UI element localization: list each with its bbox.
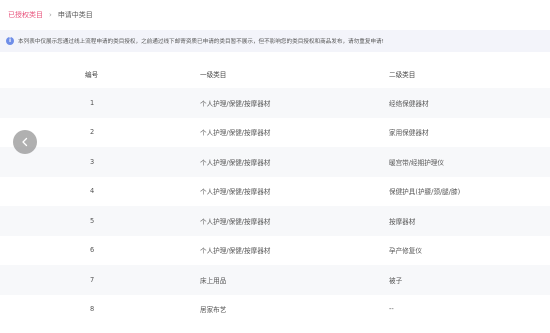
cell-number: 6: [0, 235, 190, 265]
table-header-row: 编号 一级类目 二级类目: [0, 60, 550, 88]
breadcrumb: 已授权类目 › 申请中类目: [8, 10, 93, 20]
cell-level1: 居家布艺: [190, 294, 378, 324]
table-row: 4 个人护理/保健/按摩器材 保健护具(护腰/颈/腿/膝): [0, 176, 550, 206]
category-table: 编号 一级类目 二级类目 1 个人护理/保健/按摩器材 经络保健器材 2 个人护…: [0, 60, 550, 324]
cell-number: 4: [0, 176, 190, 206]
info-icon: i: [6, 37, 14, 45]
cell-number: 7: [0, 265, 190, 295]
notice-text: 本列表中仅展示您通过线上流程申请的类目授权，之前通过线下邮寄资质已申请的类目暂不…: [18, 39, 384, 45]
cell-number: 5: [0, 206, 190, 236]
table-row: 8 居家布艺 --: [0, 294, 550, 324]
cell-level2: 孕产修复仪: [378, 235, 550, 265]
cell-level1: 个人护理/保健/按摩器材: [190, 206, 378, 236]
header-level1-category: 一级类目: [190, 60, 378, 88]
cell-number: 8: [0, 294, 190, 324]
table-row: 7 床上用品 被子: [0, 265, 550, 295]
table-row: 3 个人护理/保健/按摩器材 暖宫带/经期护理仪: [0, 147, 550, 177]
header-number: 编号: [0, 60, 190, 88]
cell-level1: 床上用品: [190, 265, 378, 295]
cell-level1: 个人护理/保健/按摩器材: [190, 176, 378, 206]
breadcrumb-pending-categories: 申请中类目: [57, 11, 93, 19]
cell-level2: 经络保健器材: [378, 88, 550, 118]
cell-level1: 个人护理/保健/按摩器材: [190, 117, 378, 147]
cell-level2: --: [378, 294, 550, 324]
table-row: 2 个人护理/保健/按摩器材 家用保健器材: [0, 117, 550, 147]
cell-level1: 个人护理/保健/按摩器材: [190, 235, 378, 265]
cell-level2: 按摩器材: [378, 206, 550, 236]
cell-level1: 个人护理/保健/按摩器材: [190, 147, 378, 177]
cell-level2: 家用保健器材: [378, 117, 550, 147]
table-row: 6 个人护理/保健/按摩器材 孕产修复仪: [0, 235, 550, 265]
breadcrumb-authorized-categories[interactable]: 已授权类目: [8, 10, 43, 20]
table-row: 5 个人护理/保健/按摩器材 按摩器材: [0, 206, 550, 236]
cell-level2: 被子: [378, 265, 550, 295]
breadcrumb-separator: ›: [49, 11, 52, 19]
cell-number: 1: [0, 88, 190, 118]
prev-page-button[interactable]: [13, 130, 37, 154]
cell-level1: 个人护理/保健/按摩器材: [190, 88, 378, 118]
cell-level2: 暖宫带/经期护理仪: [378, 147, 550, 177]
cell-level2: 保健护具(护腰/颈/腿/膝): [378, 176, 550, 206]
header-level2-category: 二级类目: [378, 60, 550, 88]
table-row: 1 个人护理/保健/按摩器材 经络保健器材: [0, 88, 550, 118]
chevron-left-icon: [22, 137, 28, 147]
notice-banner: i 本列表中仅展示您通过线上流程申请的类目授权，之前通过线下邮寄资质已申请的类目…: [0, 30, 550, 52]
